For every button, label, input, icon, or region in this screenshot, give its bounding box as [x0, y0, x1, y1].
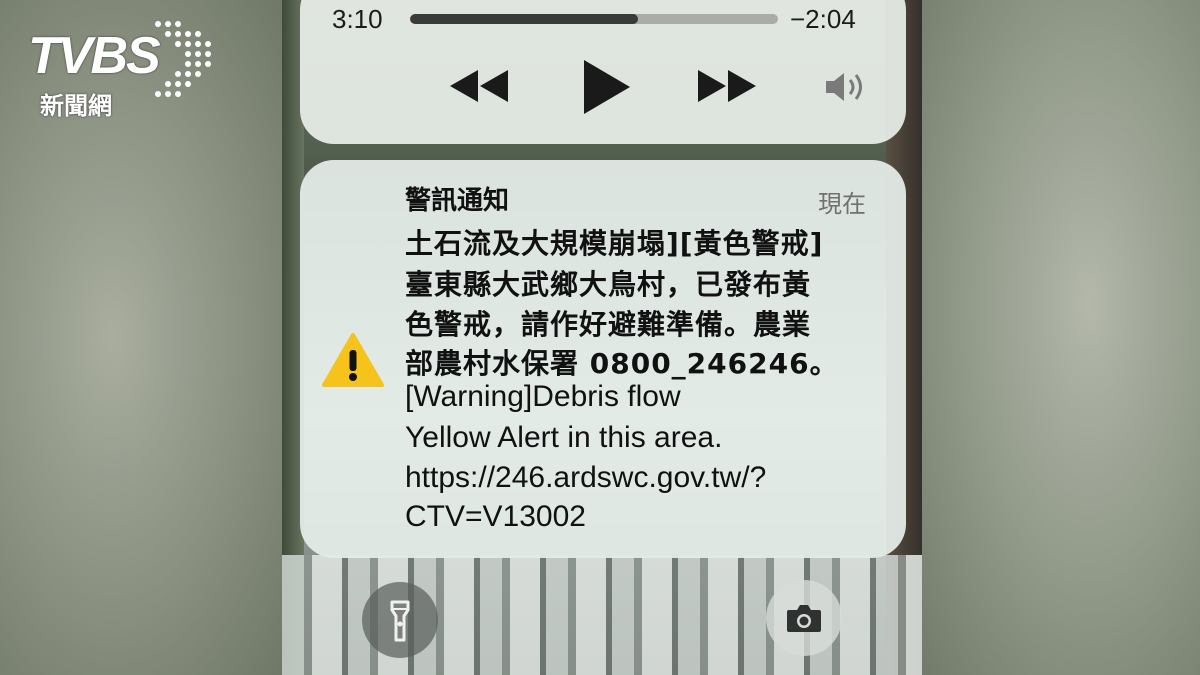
background-right — [922, 0, 1200, 675]
alert-message-line: [Warning]Debris flow — [405, 380, 681, 413]
alert-message-line: Yellow Alert in this area. — [405, 421, 723, 454]
play-icon[interactable] — [580, 58, 632, 116]
alert-message-line: 臺東縣大武鄉大鳥村，已發布黃 — [405, 268, 812, 301]
camera-icon — [787, 605, 821, 632]
flashlight-icon — [390, 600, 410, 642]
rewind-icon[interactable] — [448, 68, 510, 104]
elapsed-time: 3:10 — [332, 4, 383, 34]
camera-button[interactable] — [766, 580, 842, 656]
notification-time: 現在 — [818, 190, 866, 218]
alert-message-line: https://246.ardswc.gov.tw/? — [405, 461, 767, 494]
fast-forward-icon[interactable] — [696, 68, 758, 104]
alert-message-line: 土石流及大規模崩塌][黃色警戒] — [405, 227, 824, 260]
alert-message-line: 部農村水保署 0800_246246。 — [405, 347, 839, 380]
warning-triangle-icon — [322, 333, 384, 387]
notification-title: 警訊通知 — [405, 186, 510, 216]
logo-dot-pattern — [155, 21, 211, 97]
flashlight-button[interactable] — [362, 582, 438, 658]
playback-progress-fill — [410, 14, 639, 24]
alert-message-line: 色警戒，請作好避難準備。農業 — [405, 308, 812, 341]
logo-subtitle: 新聞網 — [40, 92, 112, 120]
remaining-time: −2:04 — [790, 4, 856, 34]
playback-progress-bar[interactable] — [410, 14, 778, 24]
speaker-icon[interactable] — [824, 70, 872, 104]
alert-message-line: CTV=V13002 — [405, 500, 586, 533]
tvbs-logo: TVBS 新聞網 — [28, 16, 218, 120]
